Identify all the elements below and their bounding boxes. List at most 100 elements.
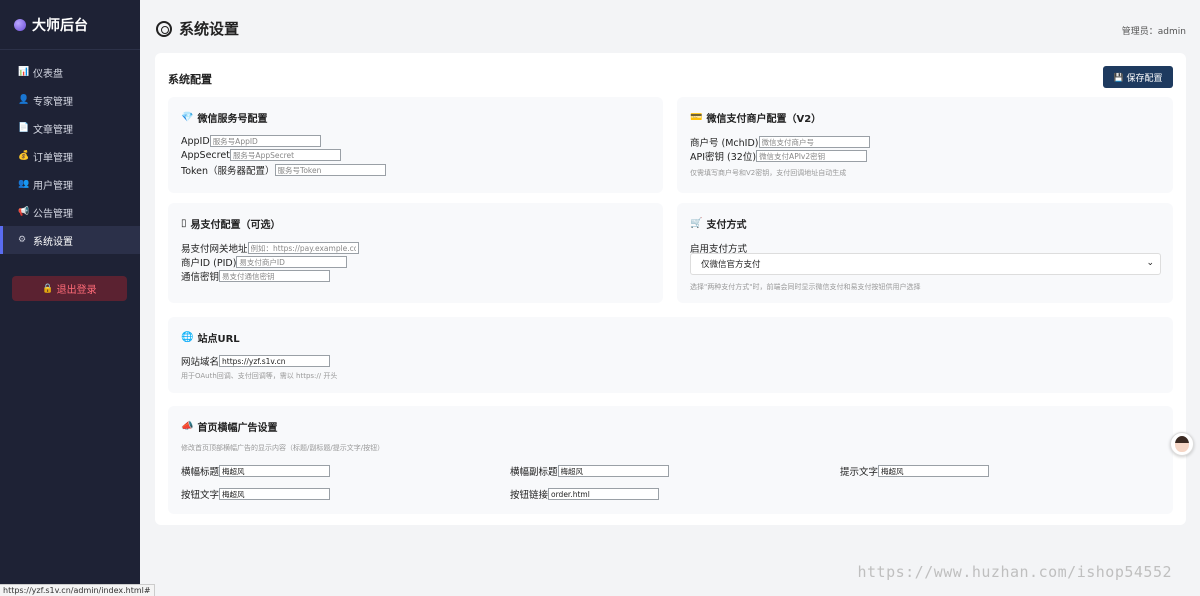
sidebar-item-orders[interactable]: 💰 订单管理: [0, 142, 140, 170]
sidebar-item-announcements[interactable]: 📢 公告管理: [0, 198, 140, 226]
banner-btn-text-input[interactable]: [219, 488, 331, 500]
panel-title: 📣 首页横幅广告设置: [181, 419, 277, 434]
page-title-text: 系统设置: [179, 20, 240, 38]
users-icon: 👥: [18, 179, 30, 189]
credit-card-icon: 💳: [690, 112, 703, 123]
epay-config-panel: ▯ 易支付配置（可选） 易支付网关地址 商户ID (PID) 通信密钥: [168, 203, 663, 303]
banner-tip-input[interactable]: [878, 465, 990, 477]
sidebar-item-settings[interactable]: ⚙ 系统设置: [0, 226, 140, 254]
cart-icon: 🛒: [690, 218, 703, 229]
banner-btn-link-label: 按钮链接: [510, 490, 549, 501]
token-label: Token（服务器配置）: [181, 166, 275, 177]
admin-user-label: 管理员：admin: [1121, 27, 1186, 37]
document-icon: 📄: [18, 123, 30, 133]
megaphone-icon: 📢: [18, 207, 30, 217]
wechat-config-panel: 💎 微信服务号配置 AppID AppSecret Token（服务器配置）: [168, 97, 663, 193]
merchant-config-panel: 💳 微信支付商户配置（V2） 商户号 (MchID) API密钥 (32位) 仅…: [677, 97, 1173, 193]
support-avatar-button[interactable]: [1170, 432, 1194, 456]
save-icon: 💾: [1113, 72, 1124, 82]
banner-title-row: 横幅标题: [181, 464, 331, 478]
site-url-panel: 🌐 站点URL 网站域名 用于OAuth回调、支付回调等，需以 https://…: [168, 317, 1173, 393]
banner-title-label: 横幅标题: [181, 467, 220, 478]
panel-title: 🌐 站点URL: [181, 330, 240, 345]
site-domain-row: 网站域名: [181, 354, 331, 368]
banner-title-input[interactable]: [219, 465, 331, 477]
api-key-input[interactable]: [756, 150, 868, 162]
page-title: 系统设置: [156, 18, 239, 39]
banner-btn-text-label: 按钮文字: [181, 490, 220, 501]
logout-button[interactable]: 🔒 退出登录: [12, 276, 127, 301]
sidebar-item-label: 系统设置: [33, 236, 73, 248]
logout-label: 退出登录: [56, 285, 97, 296]
epay-gateway-row: 易支付网关地址: [181, 241, 359, 255]
sidebar: 大师后台 📊 仪表盘 👤 专家管理 📄 文章管理 💰 订单管理 👥 用户管理 📢…: [0, 0, 140, 596]
banner-btn-text-row: 按钮文字: [181, 487, 331, 501]
card-title: 系统配置: [168, 73, 212, 86]
sidebar-item-articles[interactable]: 📄 文章管理: [0, 114, 140, 142]
banner-subtitle-row: 横幅副标题: [510, 464, 669, 478]
site-domain-input[interactable]: [219, 355, 331, 367]
epay-key-label: 通信密钥: [181, 272, 220, 283]
sidebar-item-label: 专家管理: [33, 96, 73, 108]
banner-tip-label: 提示文字: [840, 467, 879, 478]
banner-subtitle-input[interactable]: [557, 465, 669, 477]
avatar-icon: [1175, 436, 1189, 452]
watermark: https://www.huzhan.com/ishop54552: [857, 563, 1172, 581]
sidebar-item-experts[interactable]: 👤 专家管理: [0, 86, 140, 114]
sidebar-nav: 📊 仪表盘 👤 专家管理 📄 文章管理 💰 订单管理 👥 用户管理 📢 公告管理…: [0, 58, 140, 254]
appid-input[interactable]: [209, 135, 321, 147]
token-row: Token（服务器配置）: [181, 163, 386, 177]
epay-pid-label: 商户ID (PID): [181, 258, 237, 269]
save-config-label: 保存配置: [1126, 73, 1163, 84]
money-bag-icon: 💰: [18, 151, 30, 161]
banner-btn-link-input[interactable]: [548, 488, 660, 500]
mchid-row: 商户号 (MchID): [690, 135, 870, 149]
token-input[interactable]: [274, 164, 386, 176]
appid-row: AppID: [181, 135, 321, 147]
user-icon: 👤: [18, 95, 30, 105]
card-icon: ▯: [181, 218, 187, 229]
globe-icon: 🌐: [181, 332, 194, 343]
brand-logo-icon: [14, 18, 26, 31]
api-key-row: API密钥 (32位): [690, 149, 868, 163]
diamond-icon: 💎: [181, 112, 194, 123]
panel-title: ▯ 易支付配置（可选）: [181, 216, 281, 231]
chart-icon: 📊: [18, 67, 30, 77]
appid-label: AppID: [181, 135, 210, 147]
panel-title-text: 支付方式: [706, 220, 747, 231]
sidebar-item-label: 用户管理: [33, 180, 73, 192]
merchant-hint: 仅需填写商户号和V2密钥，支付回调地址自动生成: [690, 169, 847, 177]
mchid-input[interactable]: [758, 136, 870, 148]
sidebar-item-dashboard[interactable]: 📊 仪表盘: [0, 58, 140, 86]
megaphone-icon: 📣: [181, 421, 194, 432]
appsecret-row: AppSecret: [181, 149, 341, 161]
epay-key-input[interactable]: [219, 270, 331, 282]
appsecret-label: AppSecret: [181, 149, 230, 161]
browser-status-url: https://yzf.s1v.cn/admin/index.html#: [0, 584, 155, 596]
sidebar-item-label: 公告管理: [33, 208, 73, 220]
panel-title: 🛒 支付方式: [690, 216, 746, 231]
banner-settings-panel: 📣 首页横幅广告设置 修改首页顶部横幅广告的显示内容（标题/副标题/提示文字/按…: [168, 406, 1173, 514]
epay-pid-input[interactable]: [236, 256, 348, 268]
brand: 大师后台: [0, 0, 140, 50]
panel-title: 💳 微信支付商户配置（V2）: [690, 110, 821, 125]
banner-tip-row: 提示文字: [840, 464, 990, 478]
chevron-down-icon: ⌄: [1146, 258, 1154, 268]
api-key-label: API密钥 (32位): [690, 152, 757, 163]
payment-method-selected: 仅微信官方支付: [701, 260, 761, 270]
save-config-button[interactable]: 💾 保存配置: [1103, 66, 1173, 88]
panel-title: 💎 微信服务号配置: [181, 110, 267, 125]
payment-method-select[interactable]: 仅微信官方支付 ⌄: [690, 253, 1161, 275]
payment-method-hint: 选择"两种支付方式"时，前端会同时显示微信支付和易支付按钮供用户选择: [690, 283, 921, 291]
sidebar-item-label: 文章管理: [33, 124, 73, 136]
panel-title-text: 首页横幅广告设置: [197, 423, 278, 434]
epay-gateway-input[interactable]: [247, 242, 359, 254]
sidebar-item-users[interactable]: 👥 用户管理: [0, 170, 140, 198]
banner-btn-link-row: 按钮链接: [510, 487, 660, 501]
lock-icon: 🔒: [42, 283, 54, 294]
panel-title-text: 微信支付商户配置（V2）: [706, 114, 822, 125]
settings-gear-icon: [156, 20, 172, 37]
appsecret-input[interactable]: [229, 149, 341, 161]
gear-icon: ⚙: [18, 235, 27, 245]
panel-title-text: 易支付配置（可选）: [190, 220, 281, 231]
